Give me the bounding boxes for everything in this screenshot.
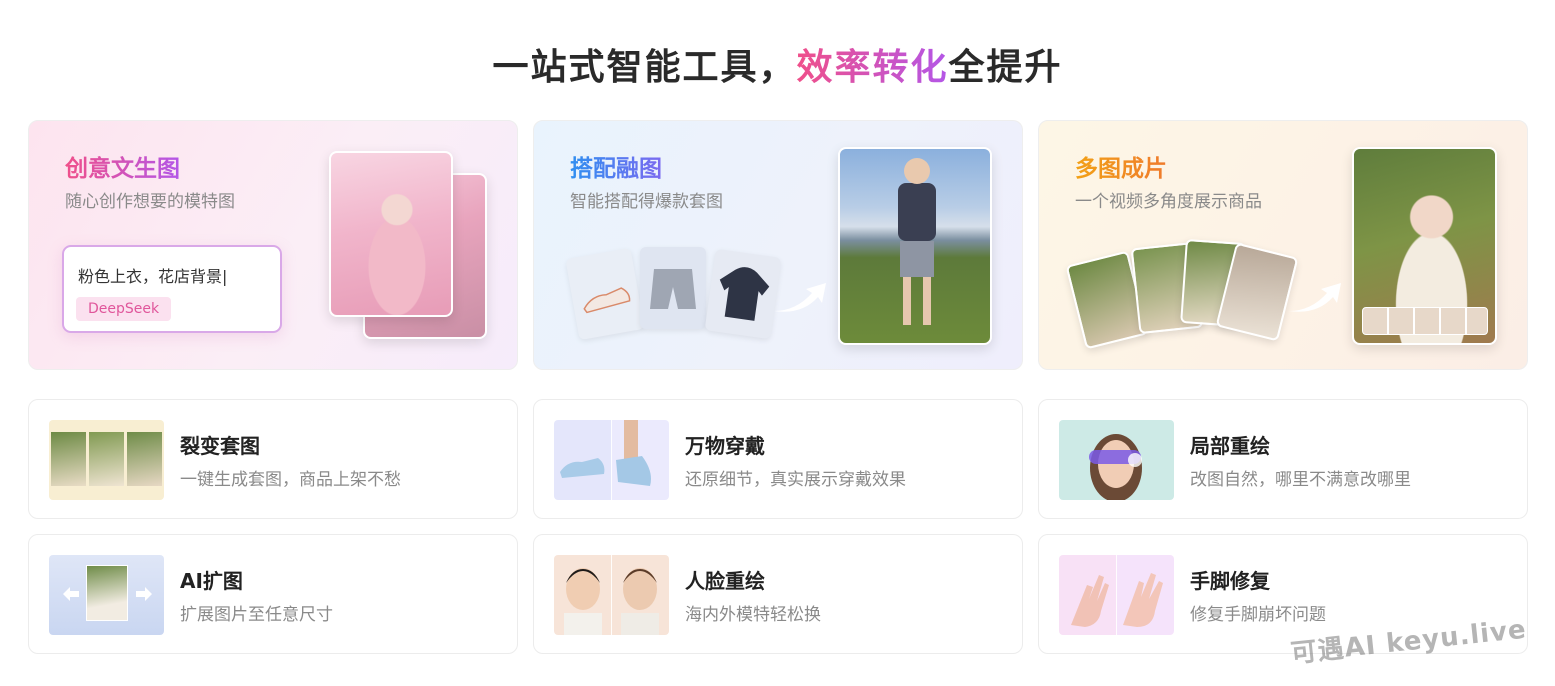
- arrow-right-icon: [136, 587, 152, 601]
- tool-description: 改图自然，哪里不满意改哪里: [1190, 470, 1411, 490]
- feature-card-text-to-image[interactable]: 创意文生图 随心创作想要的模特图 粉色上衣，花店背景| DeepSeek: [28, 120, 518, 370]
- tool-name: 人脸重绘: [685, 569, 765, 593]
- tool-description: 海内外模特轻松换: [685, 605, 821, 625]
- feature-subtitle: 一个视频多角度展示商品: [1075, 192, 1262, 212]
- tool-thumbnail: [49, 420, 164, 500]
- page-headline: 一站式智能工具，效率转化全提升: [492, 47, 1063, 88]
- feature-title: 多图成片: [1075, 149, 1167, 183]
- tool-card-virtual-wear[interactable]: 万物穿戴 还原细节，真实展示穿戴效果: [533, 399, 1023, 519]
- feature-title: 创意文生图: [65, 149, 180, 183]
- tool-card-ai-expand[interactable]: AI扩图 扩展图片至任意尺寸: [28, 534, 518, 654]
- headline-highlight: 效率转化: [796, 47, 949, 88]
- tool-thumbnail: [554, 555, 669, 635]
- page: 一站式智能工具，效率转化全提升 创意文生图 随心创作想要的模特图 粉色上衣，花店…: [0, 0, 1555, 686]
- sample-photo-model: [329, 151, 453, 317]
- arrow-right-icon: [774, 283, 826, 312]
- video-thumbnail-strip: [1362, 307, 1488, 335]
- sample-photo-outfit-result: [838, 147, 992, 345]
- feature-title: 搭配融图: [570, 149, 662, 183]
- tool-card-partial-redraw[interactable]: 局部重绘 改图自然，哪里不满意改哪里: [1038, 399, 1528, 519]
- prompt-text: 粉色上衣，花店背景|: [78, 267, 228, 286]
- sample-video-frame: [1352, 147, 1497, 345]
- arrow-right-icon: [1289, 283, 1341, 312]
- tool-name: 万物穿戴: [685, 434, 765, 458]
- arrow-left-icon: [63, 587, 79, 601]
- tool-card-fission-set[interactable]: 裂变套图 一键生成套图，商品上架不愁: [28, 399, 518, 519]
- shorts-item: [640, 247, 706, 329]
- tool-card-face-redraw[interactable]: 人脸重绘 海内外模特轻松换: [533, 534, 1023, 654]
- feature-subtitle: 智能搭配得爆款套图: [570, 192, 723, 212]
- tool-thumbnail: [49, 555, 164, 635]
- feature-card-multi-image-video[interactable]: 多图成片 一个视频多角度展示商品: [1038, 120, 1528, 370]
- feature-subtitle: 随心创作想要的模特图: [65, 192, 235, 212]
- tool-name: 手脚修复: [1190, 569, 1270, 593]
- feature-card-outfit-merge[interactable]: 搭配融图 智能搭配得爆款套图: [533, 120, 1023, 370]
- tool-description: 还原细节，真实展示穿戴效果: [685, 470, 906, 490]
- tool-thumbnail: [1059, 555, 1174, 635]
- tool-name: 局部重绘: [1190, 434, 1270, 458]
- tool-description: 修复手脚崩坏问题: [1190, 605, 1326, 625]
- tool-thumbnail: [1059, 420, 1174, 500]
- tool-description: 扩展图片至任意尺寸: [180, 605, 333, 625]
- model-chip[interactable]: DeepSeek: [76, 297, 172, 321]
- tool-thumbnail: [554, 420, 669, 500]
- hoodie-item: [704, 248, 782, 340]
- sneaker-item: [565, 247, 645, 341]
- tool-name: 裂变套图: [180, 434, 260, 458]
- tool-description: 一键生成套图，商品上架不愁: [180, 470, 401, 490]
- prompt-input-box[interactable]: 粉色上衣，花店背景| DeepSeek: [62, 245, 282, 333]
- tool-name: AI扩图: [180, 569, 243, 593]
